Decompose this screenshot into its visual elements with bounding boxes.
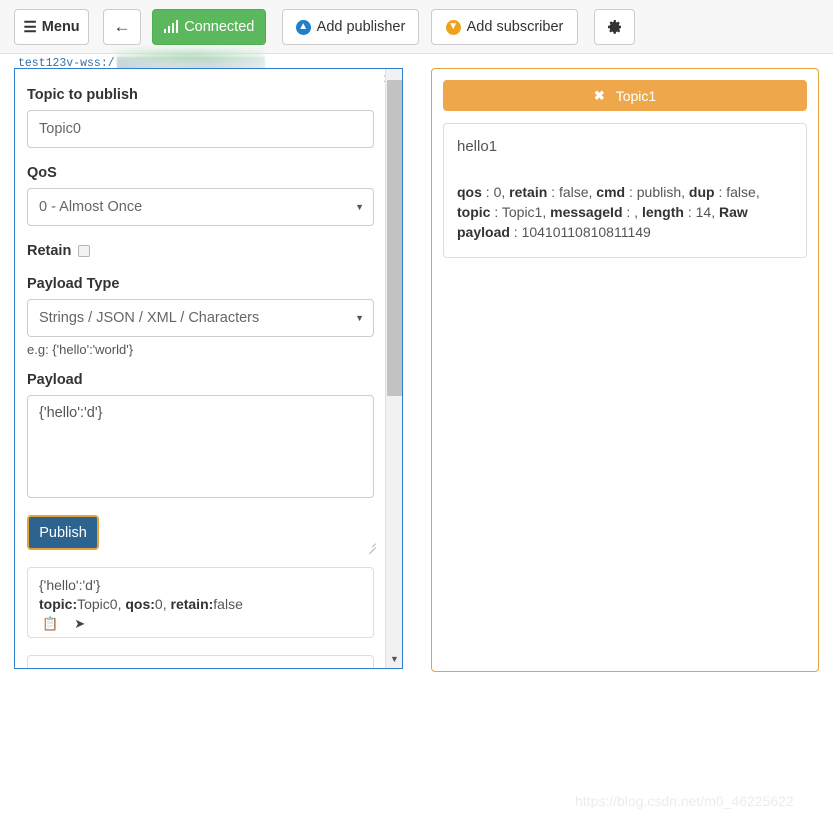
add-publisher-button[interactable]: ▲ Add publisher xyxy=(282,9,419,45)
message-meta: topic:Topic0, qos:0, retain:false xyxy=(39,596,362,612)
close-icon[interactable]: ✖ xyxy=(594,88,605,104)
sep: : xyxy=(490,204,502,220)
payload-textarea[interactable]: {'hello':'d'} xyxy=(27,395,374,498)
message-actions: 📋 ➤ xyxy=(39,617,362,630)
payload-label: Payload xyxy=(27,372,83,388)
payload-type-label: Payload Type xyxy=(27,276,120,292)
message-retain-value: false xyxy=(213,596,243,612)
add-subscriber-button[interactable]: ▼ Add subscriber xyxy=(431,9,578,45)
connection-status-button[interactable]: Connected xyxy=(152,9,266,45)
published-message-card: {'hello':'d'} topic:Topic0, qos:0, retai… xyxy=(27,655,374,668)
top-toolbar: ☰ Menu ← Connected ▲ Add publisher ▼ Add… xyxy=(0,0,833,54)
sep: : xyxy=(714,184,727,200)
sep: , xyxy=(755,184,760,200)
payload-type-hint: e.g: {'hello':'world'} xyxy=(27,342,134,357)
sub-rawpayload-value: 10410110810811149 xyxy=(521,224,651,240)
subscriber-topic-header[interactable]: ✖ Topic1 xyxy=(443,80,807,111)
payload-type-select-wrapper: Strings / JSON / XML / Characters ▼ xyxy=(27,299,374,337)
clipboard-paste-icon[interactable]: 📋 xyxy=(42,617,58,630)
sub-retain-key: retain xyxy=(509,184,548,200)
scrollbar-thumb[interactable] xyxy=(387,80,402,396)
sep: , xyxy=(634,204,642,220)
topic-to-publish-label: Topic to publish xyxy=(27,87,138,103)
share-arrow-icon[interactable]: ➤ xyxy=(74,617,85,630)
message-topic-key: topic: xyxy=(39,596,78,612)
sep: , xyxy=(711,204,719,220)
sep: : xyxy=(481,184,494,200)
add-subscriber-label: Add subscriber xyxy=(466,19,564,35)
sub-topic-value: Topic1 xyxy=(501,204,543,220)
meta-sep-2: , xyxy=(162,596,171,612)
back-button[interactable]: ← xyxy=(103,9,141,45)
message-qos-key: qos: xyxy=(125,596,155,612)
connection-status-label: Connected xyxy=(184,19,255,35)
payload-type-select[interactable]: Strings / JSON / XML / Characters xyxy=(27,299,374,337)
sub-dup-key: dup xyxy=(688,184,715,200)
publisher-scrollbar[interactable]: ▼ xyxy=(385,69,402,668)
watermark: https://blog.csdn.net/m0_46225622 xyxy=(575,793,794,809)
publisher-panel-body: Topic to publish Topic0 QoS 0 - Almost O… xyxy=(15,69,386,668)
publisher-panel: Topic to publish Topic0 QoS 0 - Almost O… xyxy=(14,68,403,669)
subscriber-message-payload: hello1 xyxy=(457,138,498,155)
qos-select-wrapper: 0 - Almost Once ▼ xyxy=(27,188,374,226)
sep: , xyxy=(501,184,510,200)
chevron-down-icon[interactable]: ▼ xyxy=(386,652,402,666)
sep: : xyxy=(547,184,559,200)
arrow-left-icon: ← xyxy=(113,17,131,36)
sub-topic-key: topic xyxy=(457,204,491,220)
circle-arrow-up-icon: ▲ xyxy=(295,19,311,35)
topic-input[interactable]: Topic0 xyxy=(27,110,374,148)
message-payload: {'hello':'d'} xyxy=(39,665,362,668)
message-payload: {'hello':'d'} xyxy=(39,577,101,593)
sep: : xyxy=(509,224,522,240)
signal-bars-icon xyxy=(163,20,179,33)
published-message-card: {'hello':'d'} topic:Topic0, qos:0, retai… xyxy=(27,567,374,638)
subscriber-panel: ✖ Topic1 hello1 qos : 0, retain : false,… xyxy=(431,68,819,672)
sub-cmd-key: cmd xyxy=(596,184,626,200)
message-topic-value: Topic0 xyxy=(77,596,118,612)
sep: : xyxy=(625,184,637,200)
gear-icon xyxy=(607,20,621,34)
circle-arrow-down-icon: ▼ xyxy=(445,19,461,35)
publish-button[interactable]: Publish xyxy=(27,515,99,550)
message-qos-value: 0 xyxy=(154,596,163,612)
retain-label: Retain xyxy=(27,243,72,259)
subscriber-message-card: hello1 qos : 0, retain : false, cmd : pu… xyxy=(443,123,807,258)
sub-length-value: 14 xyxy=(695,204,712,220)
sub-cmd-value: publish xyxy=(636,184,682,200)
sep: : xyxy=(622,204,635,220)
sub-qos-key: qos xyxy=(457,184,482,200)
message-retain-key: retain: xyxy=(170,596,214,612)
menu-button[interactable]: ☰ Menu xyxy=(14,9,89,45)
qos-label: QoS xyxy=(27,165,57,181)
add-publisher-label: Add publisher xyxy=(316,19,406,35)
sub-length-key: length xyxy=(641,204,684,220)
retain-row: Retain xyxy=(27,243,370,259)
subscriber-topic-label: Topic1 xyxy=(615,87,657,104)
sep: , xyxy=(681,184,689,200)
hamburger-icon: ☰ xyxy=(23,18,37,36)
menu-button-label: Menu xyxy=(41,19,80,35)
settings-button[interactable] xyxy=(594,9,635,45)
subscriber-message-meta: qos : 0, retain : false, cmd : publish, … xyxy=(457,182,793,242)
sub-retain-value: false xyxy=(558,184,589,200)
qos-select[interactable]: 0 - Almost Once xyxy=(27,188,374,226)
sub-messageid-key: messageId xyxy=(550,204,623,220)
retain-checkbox[interactable] xyxy=(78,245,91,257)
sep: : xyxy=(683,204,696,220)
sub-dup-value: false xyxy=(726,184,756,200)
sep: , xyxy=(542,204,551,220)
